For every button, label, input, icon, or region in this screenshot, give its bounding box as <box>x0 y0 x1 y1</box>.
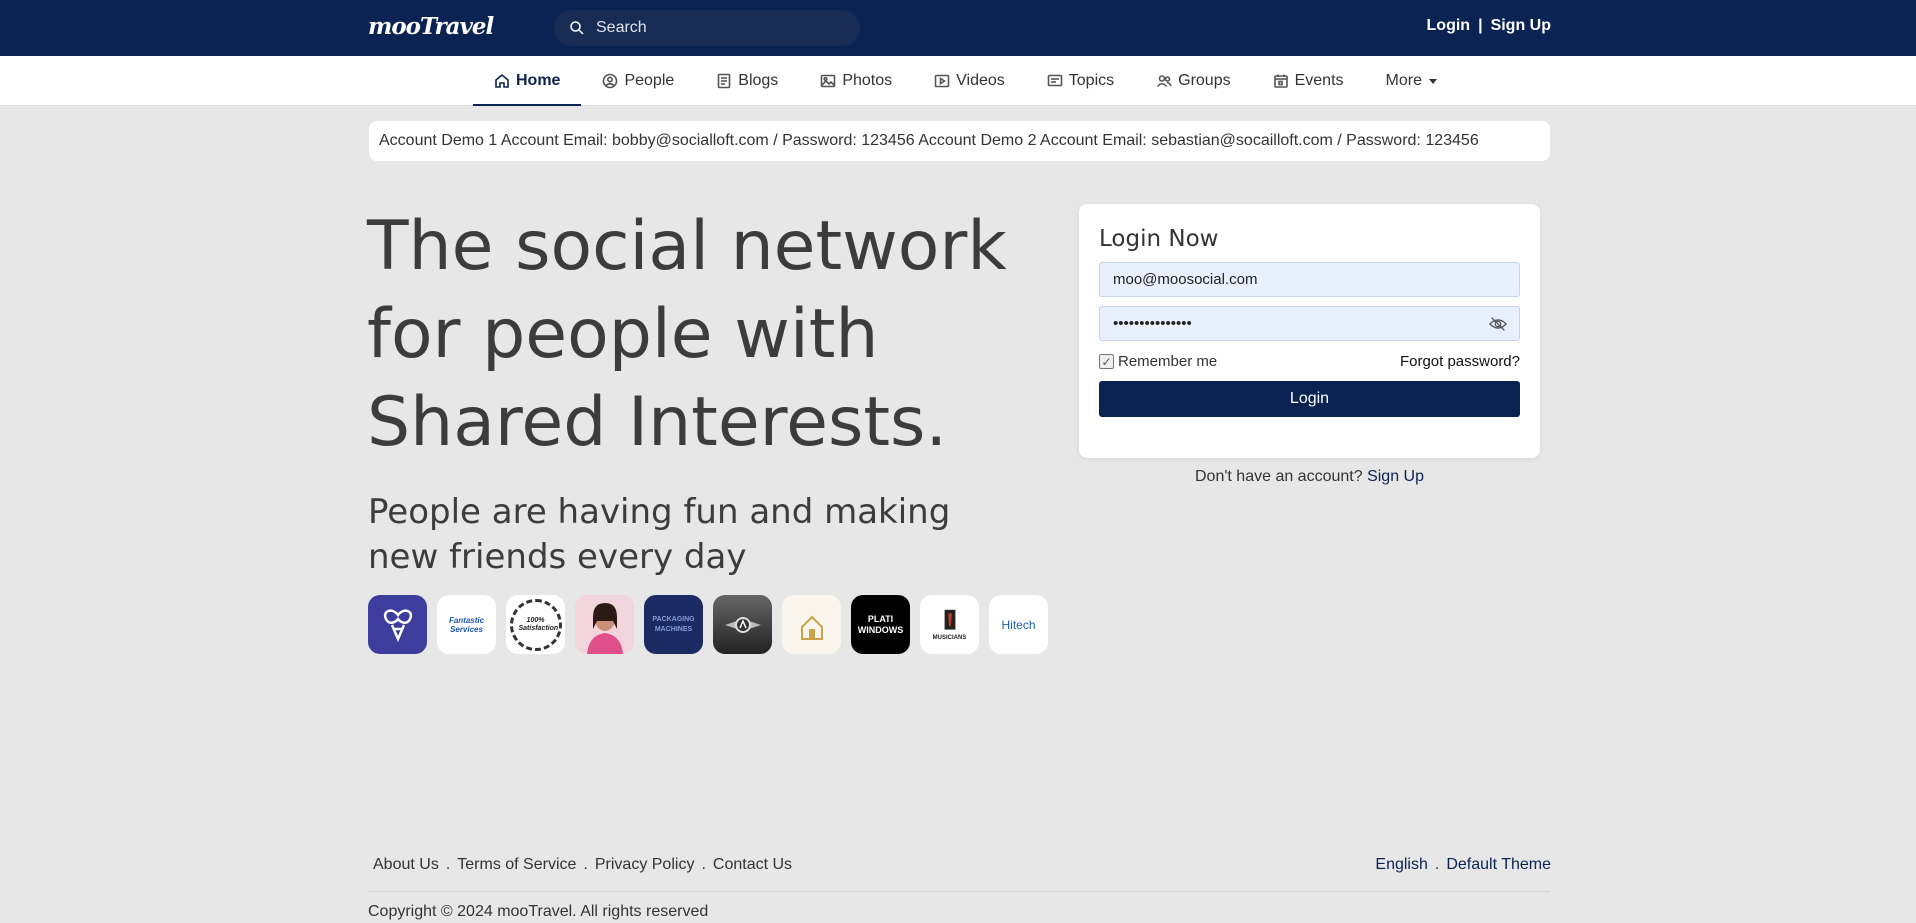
nav-item-home[interactable]: Home <box>473 56 582 106</box>
signup-link-bottom[interactable]: Sign Up <box>1367 468 1424 485</box>
message-icon <box>1047 74 1063 87</box>
home-icon <box>495 73 509 88</box>
no-account-prompt: Don't have an account? Sign Up <box>1079 468 1540 486</box>
musicians-avatar[interactable]: MUSICIANS <box>920 595 979 654</box>
login-card: Login Now ✓ Remember me Forgot password?… <box>1079 204 1540 458</box>
avatar-label: PACKAGING MACHINES <box>652 615 695 633</box>
nav-item-blogs[interactable]: Blogs <box>695 56 799 106</box>
footer-link-about[interactable]: About Us <box>373 856 439 874</box>
search-bar[interactable] <box>554 10 860 46</box>
auth-separator: | <box>1478 17 1483 34</box>
site-logo[interactable]: mooTravel <box>368 13 494 40</box>
demo-accounts-notice: Account Demo 1 Account Email: bobby@soci… <box>369 121 1550 161</box>
footer-separator: . <box>445 856 451 873</box>
theme-selector[interactable]: Default Theme <box>1446 856 1551 874</box>
bee-logo-avatar[interactable] <box>368 595 427 654</box>
password-field[interactable] <box>1099 306 1520 341</box>
nav-label: Groups <box>1178 72 1231 89</box>
nav-item-topics[interactable]: Topics <box>1026 56 1135 106</box>
avatar-label: Fantastic Services <box>448 615 485 634</box>
top-header: mooTravel Login | Sign Up <box>0 0 1916 56</box>
nav-item-groups[interactable]: Groups <box>1135 56 1251 106</box>
avatar-label: 100% Satisfaction <box>518 616 559 632</box>
signup-link[interactable]: Sign Up <box>1491 17 1551 35</box>
main-navbar: Home People Blogs Photos Videos Topics G… <box>0 56 1916 106</box>
remember-label: Remember me <box>1118 353 1218 370</box>
password-input[interactable] <box>1113 315 1483 332</box>
group-icon <box>1157 75 1172 88</box>
login-button[interactable]: Login <box>1099 381 1520 417</box>
auth-links: Login | Sign Up <box>1427 17 1551 35</box>
nav-label: Photos <box>842 72 893 89</box>
copyright-text: Copyright © 2024 mooTravel. All rights r… <box>368 903 709 920</box>
avatar-label: PLATI WINDOWS <box>857 613 904 635</box>
caret-down-icon <box>1428 78 1437 84</box>
image-icon <box>821 74 836 88</box>
fantastic-services-avatar[interactable]: Fantastic Services <box>437 595 496 654</box>
footer-link-contact[interactable]: Contact Us <box>713 856 792 874</box>
login-title: Login Now <box>1099 226 1219 252</box>
calendar-icon <box>1273 74 1288 88</box>
language-selector[interactable]: English <box>1375 856 1427 874</box>
nav-item-events[interactable]: Events <box>1252 56 1365 106</box>
video-icon <box>934 74 950 88</box>
avatar-label: Hitech <box>1001 617 1036 632</box>
footer-divider <box>368 891 1550 892</box>
nav-label: Home <box>516 72 561 89</box>
hero-subtitle: People are having fun and making new fri… <box>368 492 951 577</box>
footer-separator: . <box>1434 856 1440 873</box>
user-circle-icon <box>603 73 618 89</box>
forgot-password-link[interactable]: Forgot password? <box>1400 353 1520 370</box>
remember-checkbox[interactable]: ✓ <box>1099 354 1114 369</box>
eye-slash-icon[interactable] <box>1489 316 1507 332</box>
nav-label: More <box>1385 72 1422 89</box>
nav-label: Topics <box>1068 72 1115 89</box>
nav-item-photos[interactable]: Photos <box>799 56 913 106</box>
member-avatars: Fantastic Services 100% Satisfaction PAC… <box>368 595 1048 654</box>
nav-item-videos[interactable]: Videos <box>913 56 1026 106</box>
avatar-label: MUSICIANS <box>932 635 967 641</box>
login-link[interactable]: Login <box>1427 17 1471 35</box>
document-icon <box>717 73 731 89</box>
footer-link-terms[interactable]: Terms of Service <box>457 856 576 874</box>
hitech-avatar[interactable]: Hitech <box>989 595 1048 654</box>
gold-house-avatar[interactable] <box>782 595 841 654</box>
search-input[interactable] <box>596 19 836 37</box>
nav-item-people[interactable]: People <box>581 56 695 106</box>
footer-separator: . <box>701 856 706 873</box>
search-icon <box>570 21 584 35</box>
nav-label: Events <box>1294 72 1344 89</box>
nav-label: People <box>624 72 675 89</box>
nav-item-more[interactable]: More <box>1365 56 1458 106</box>
car-emblem-avatar[interactable] <box>713 595 772 654</box>
main-nav: Home People Blogs Photos Videos Topics G… <box>473 56 1458 106</box>
footer-separator: . <box>583 856 588 873</box>
remember-me[interactable]: ✓ Remember me <box>1099 353 1217 370</box>
packaging-machines-avatar[interactable]: PACKAGING MACHINES <box>644 595 703 654</box>
woman-photo-avatar[interactable] <box>575 595 634 654</box>
nav-label: Blogs <box>738 72 779 89</box>
satisfaction-badge-avatar[interactable]: 100% Satisfaction <box>506 595 565 654</box>
hero-title: The social network for people with Share… <box>367 207 1007 462</box>
nav-label: Videos <box>956 72 1005 89</box>
email-input[interactable] <box>1113 271 1483 288</box>
footer-link-privacy[interactable]: Privacy Policy <box>595 856 695 874</box>
email-field[interactable] <box>1099 262 1520 297</box>
plati-windows-avatar[interactable]: PLATI WINDOWS <box>851 595 910 654</box>
footer-settings: English . Default Theme <box>1375 856 1551 874</box>
no-account-text: Don't have an account? <box>1195 468 1363 485</box>
footer-links: About Us . Terms of Service . Privacy Po… <box>373 856 792 874</box>
